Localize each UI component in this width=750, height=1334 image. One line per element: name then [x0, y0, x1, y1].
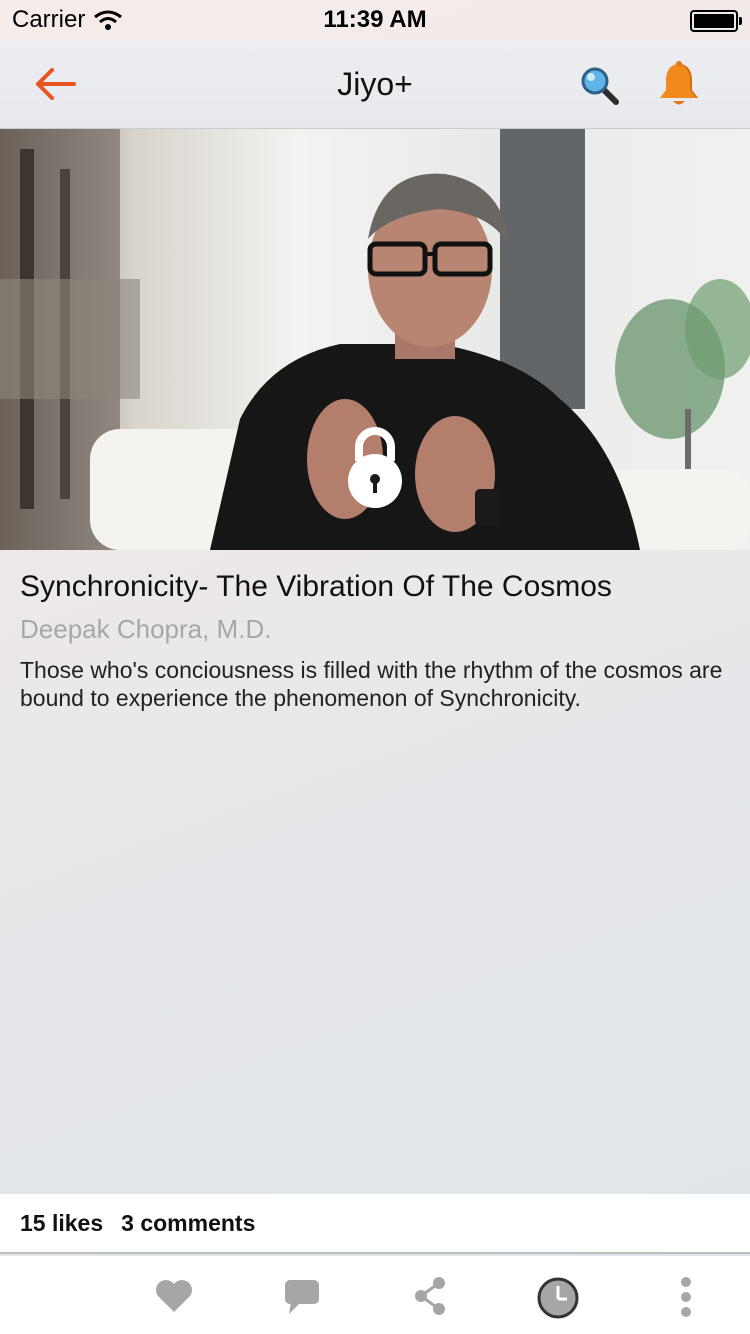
- author-name: Deepak Chopra, M.D.: [20, 614, 272, 644]
- share-icon[interactable]: [412, 1276, 448, 1316]
- video-title: Synchronicity- The Vibration Of The Cosm…: [20, 570, 612, 603]
- likes-count[interactable]: 15 likes: [20, 1210, 103, 1237]
- comments-count[interactable]: 3 comments: [121, 1210, 255, 1237]
- heart-icon[interactable]: [154, 1278, 194, 1314]
- battery-icon: [690, 10, 742, 32]
- comment-icon[interactable]: [283, 1278, 321, 1316]
- status-bar: Carrier 11:39 AM: [0, 0, 750, 40]
- clock-icon[interactable]: [536, 1276, 580, 1320]
- more-icon[interactable]: [676, 1276, 696, 1318]
- engagement-stats: 15 likes 3 comments: [0, 1194, 750, 1254]
- navigation-bar: Jiyo+: [0, 40, 750, 129]
- bottom-toolbar: [0, 1256, 750, 1334]
- page-title: Jiyo+: [337, 66, 413, 102]
- search-icon[interactable]: [578, 64, 622, 108]
- video-description: Those who's conciousness is filled with …: [20, 657, 723, 711]
- status-time: 11:39 AM: [323, 6, 427, 33]
- notification-bell-icon[interactable]: [656, 60, 702, 110]
- lock-icon: [348, 427, 402, 508]
- video-thumbnail[interactable]: [0, 129, 750, 550]
